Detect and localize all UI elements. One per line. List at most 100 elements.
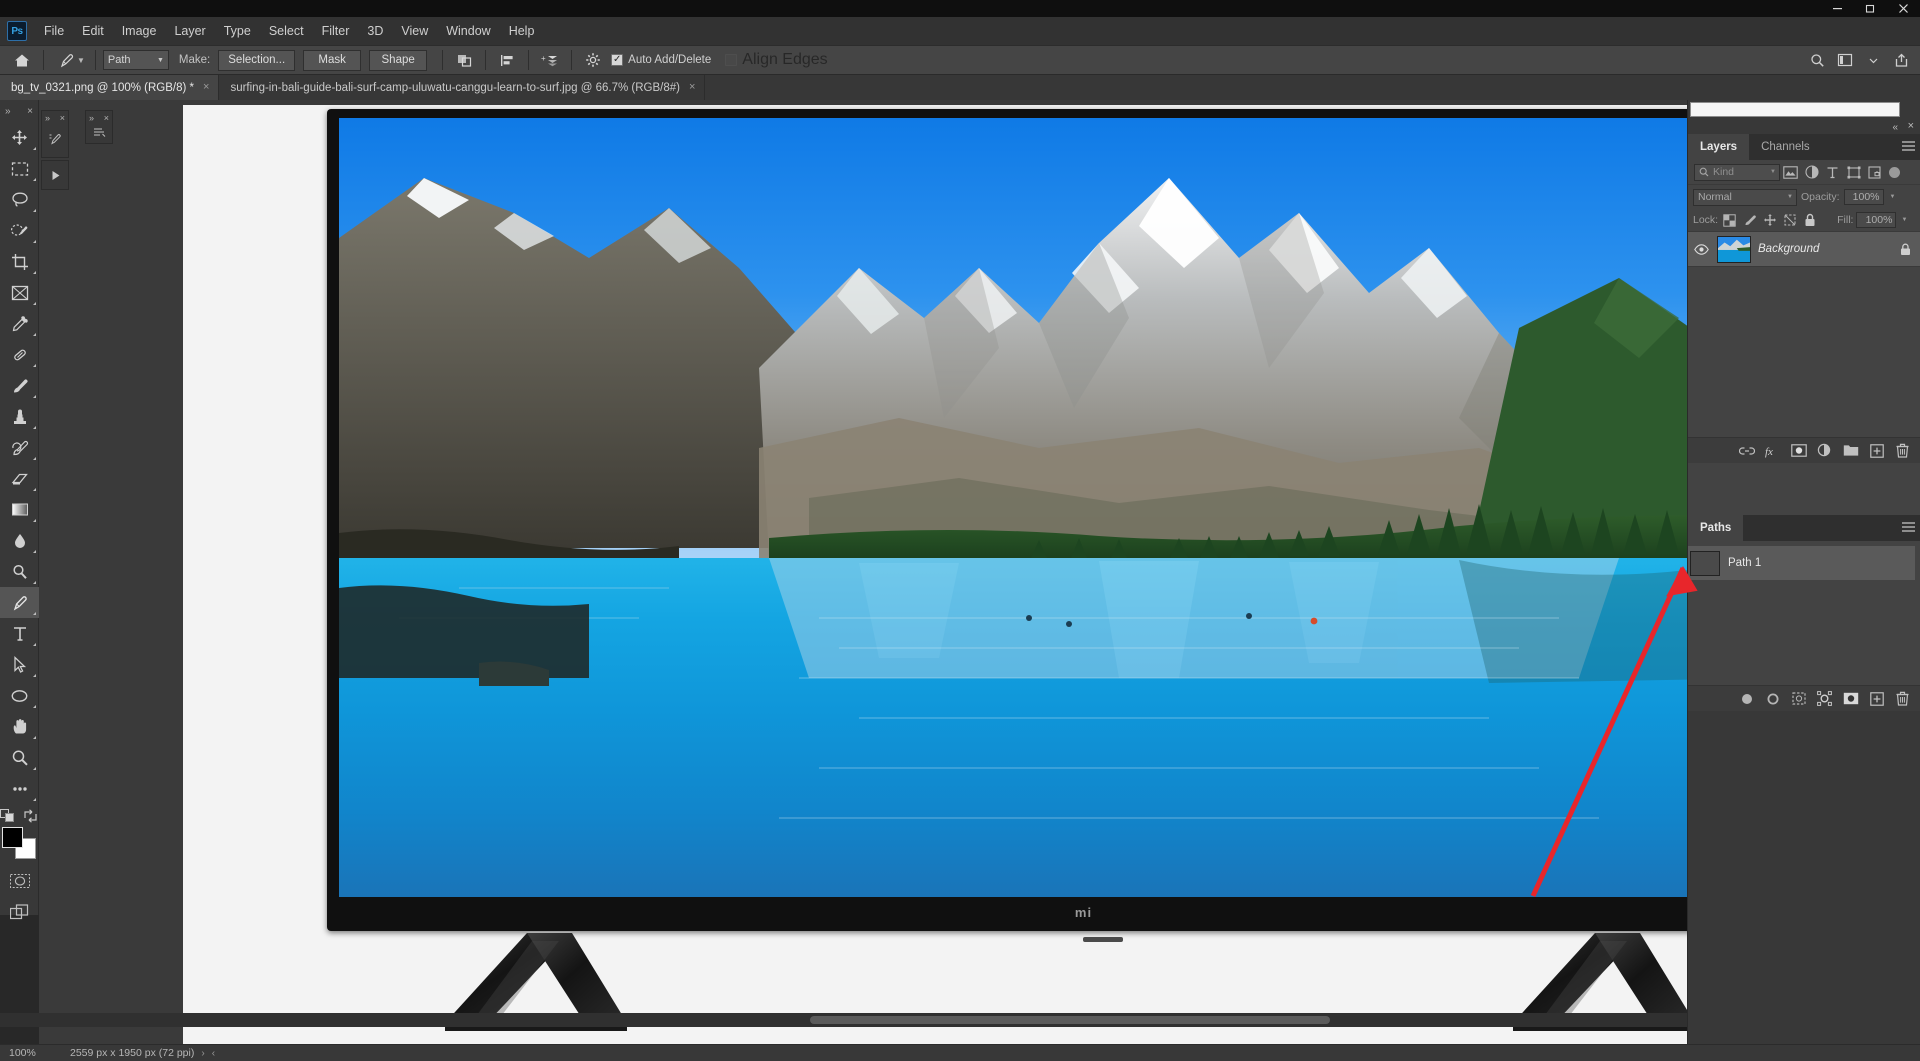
make-mask-button[interactable]: Mask xyxy=(303,49,362,71)
menu-image[interactable]: Image xyxy=(113,21,166,42)
layer-style-fx-icon[interactable]: fx xyxy=(1764,442,1781,459)
type-filter-icon[interactable] xyxy=(1822,163,1843,181)
double-chevron-icon[interactable]: » xyxy=(89,113,94,123)
close-icon[interactable]: × xyxy=(27,106,33,117)
crop-tool[interactable] xyxy=(0,246,39,277)
chevron-right-icon[interactable]: › xyxy=(194,1048,211,1059)
fill-path-icon[interactable] xyxy=(1738,690,1755,707)
adjustment-filter-icon[interactable] xyxy=(1801,163,1822,181)
opacity-value[interactable]: 100% xyxy=(1843,189,1884,205)
fill-value[interactable]: 100% xyxy=(1856,212,1897,228)
menu-layer[interactable]: Layer xyxy=(165,21,214,42)
swap-colors-icon[interactable] xyxy=(23,809,38,823)
menu-filter[interactable]: Filter xyxy=(313,21,359,42)
close-icon[interactable]: × xyxy=(689,82,695,93)
canvas-viewport[interactable]: mi xyxy=(39,100,1687,1044)
chevron-down-icon[interactable]: ▼ xyxy=(1890,194,1896,200)
document-tab-1[interactable]: surfing-in-bali-guide-bali-surf-camp-ulu… xyxy=(219,75,706,100)
eyedropper-tool[interactable] xyxy=(0,308,39,339)
search-icon[interactable] xyxy=(1804,48,1830,72)
menu-type[interactable]: Type xyxy=(215,21,260,42)
add-layer-mask-icon[interactable] xyxy=(1842,690,1859,707)
path-selection-tool[interactable] xyxy=(0,649,39,680)
horizontal-scrollbar[interactable] xyxy=(0,1013,1687,1027)
adjustment-layer-icon[interactable] xyxy=(1816,442,1833,459)
path-alignment-icon[interactable] xyxy=(493,48,521,72)
auto-add-delete-checkbox[interactable]: ✓ xyxy=(611,54,624,66)
new-group-icon[interactable] xyxy=(1842,442,1859,459)
delete-layer-icon[interactable] xyxy=(1894,442,1911,459)
path-mode-select[interactable]: Path ▼ xyxy=(102,50,169,70)
share-icon[interactable] xyxy=(1888,48,1914,72)
chevron-down-icon[interactable] xyxy=(1860,48,1886,72)
lock-image-pixels-icon[interactable] xyxy=(1741,212,1758,228)
dock-search-input[interactable] xyxy=(1690,102,1900,117)
blend-mode-select[interactable]: Normal ▼ xyxy=(1693,188,1797,206)
brush-tool[interactable] xyxy=(0,370,39,401)
tool-preset-chevron-icon[interactable]: ▼ xyxy=(77,56,85,65)
brush-settings-panel[interactable]: » × xyxy=(85,110,113,144)
new-path-icon[interactable] xyxy=(1868,690,1885,707)
menu-view[interactable]: View xyxy=(392,21,437,42)
menu-select[interactable]: Select xyxy=(260,21,313,42)
brush-settings-icon[interactable] xyxy=(86,124,112,142)
actions-panel[interactable] xyxy=(41,160,69,190)
auto-add-delete-checkbox-group[interactable]: ✓ Auto Add/Delete xyxy=(611,54,711,66)
filter-enable-toggle[interactable] xyxy=(1889,166,1900,178)
zoom-tool[interactable] xyxy=(0,742,39,773)
edit-toolbar-tool[interactable] xyxy=(0,773,39,804)
shape-filter-icon[interactable] xyxy=(1843,163,1864,181)
maximize-button[interactable] xyxy=(1854,0,1887,17)
chevron-left-icon[interactable]: ‹ xyxy=(212,1048,222,1059)
pixel-filter-icon[interactable] xyxy=(1780,163,1801,181)
type-tool[interactable] xyxy=(0,618,39,649)
lock-all-icon[interactable] xyxy=(1801,212,1818,228)
gradient-tool[interactable] xyxy=(0,494,39,525)
menu-help[interactable]: Help xyxy=(500,21,544,42)
document-tab-0[interactable]: bg_tv_0321.png @ 100% (RGB/8) * × xyxy=(0,75,220,100)
panel-menu-icon[interactable] xyxy=(1902,522,1915,532)
ellipse-tool[interactable] xyxy=(0,680,39,711)
chevron-down-icon[interactable]: ▼ xyxy=(1901,217,1907,223)
tool-presets-icon[interactable] xyxy=(42,124,68,154)
tool-presets-panel[interactable]: » × xyxy=(41,110,69,158)
path-operations-icon[interactable] xyxy=(450,48,478,72)
lasso-tool[interactable] xyxy=(0,184,39,215)
clone-stamp-tool[interactable] xyxy=(0,401,39,432)
history-brush-tool[interactable] xyxy=(0,432,39,463)
smart-object-filter-icon[interactable] xyxy=(1864,163,1885,181)
double-chevron-icon[interactable]: » xyxy=(45,113,50,123)
dock-collapse-icon[interactable]: « xyxy=(1892,122,1898,133)
stroke-path-icon[interactable] xyxy=(1764,690,1781,707)
hand-tool[interactable] xyxy=(0,711,39,742)
scrollbar-thumb[interactable] xyxy=(810,1016,1330,1024)
delete-path-icon[interactable] xyxy=(1894,690,1911,707)
menu-window[interactable]: Window xyxy=(437,21,499,42)
layer-filter-kind-select[interactable]: Kind ▼ xyxy=(1694,163,1780,181)
table-row[interactable]: Background xyxy=(1688,231,1920,267)
make-shape-button[interactable]: Shape xyxy=(369,49,428,71)
tab-channels[interactable]: Channels xyxy=(1749,134,1822,160)
foreground-color-swatch[interactable] xyxy=(2,827,23,848)
make-selection-button[interactable]: Selection... xyxy=(218,49,296,71)
workspace-icon[interactable] xyxy=(1832,48,1858,72)
dock-close-icon[interactable]: × xyxy=(1908,120,1914,132)
panel-menu-icon[interactable] xyxy=(1902,141,1915,151)
rectangular-marquee-tool[interactable] xyxy=(0,153,39,184)
add-layer-mask-icon[interactable] xyxy=(1790,442,1807,459)
lock-transparent-pixels-icon[interactable] xyxy=(1721,212,1738,228)
new-layer-icon[interactable] xyxy=(1868,442,1885,459)
lock-position-icon[interactable] xyxy=(1761,212,1778,228)
frame-tool[interactable] xyxy=(0,277,39,308)
gear-icon[interactable] xyxy=(579,48,607,72)
tab-layers[interactable]: Layers xyxy=(1688,134,1750,160)
move-tool[interactable] xyxy=(0,122,39,153)
blur-tool[interactable] xyxy=(0,525,39,556)
lock-artboard-icon[interactable] xyxy=(1781,212,1798,228)
zoom-level-indicator[interactable]: 100% xyxy=(0,1047,62,1059)
dodge-tool[interactable] xyxy=(0,556,39,587)
close-icon[interactable]: × xyxy=(60,113,65,123)
color-swatches[interactable] xyxy=(2,827,36,859)
close-button[interactable] xyxy=(1887,0,1920,17)
eraser-tool[interactable] xyxy=(0,463,39,494)
